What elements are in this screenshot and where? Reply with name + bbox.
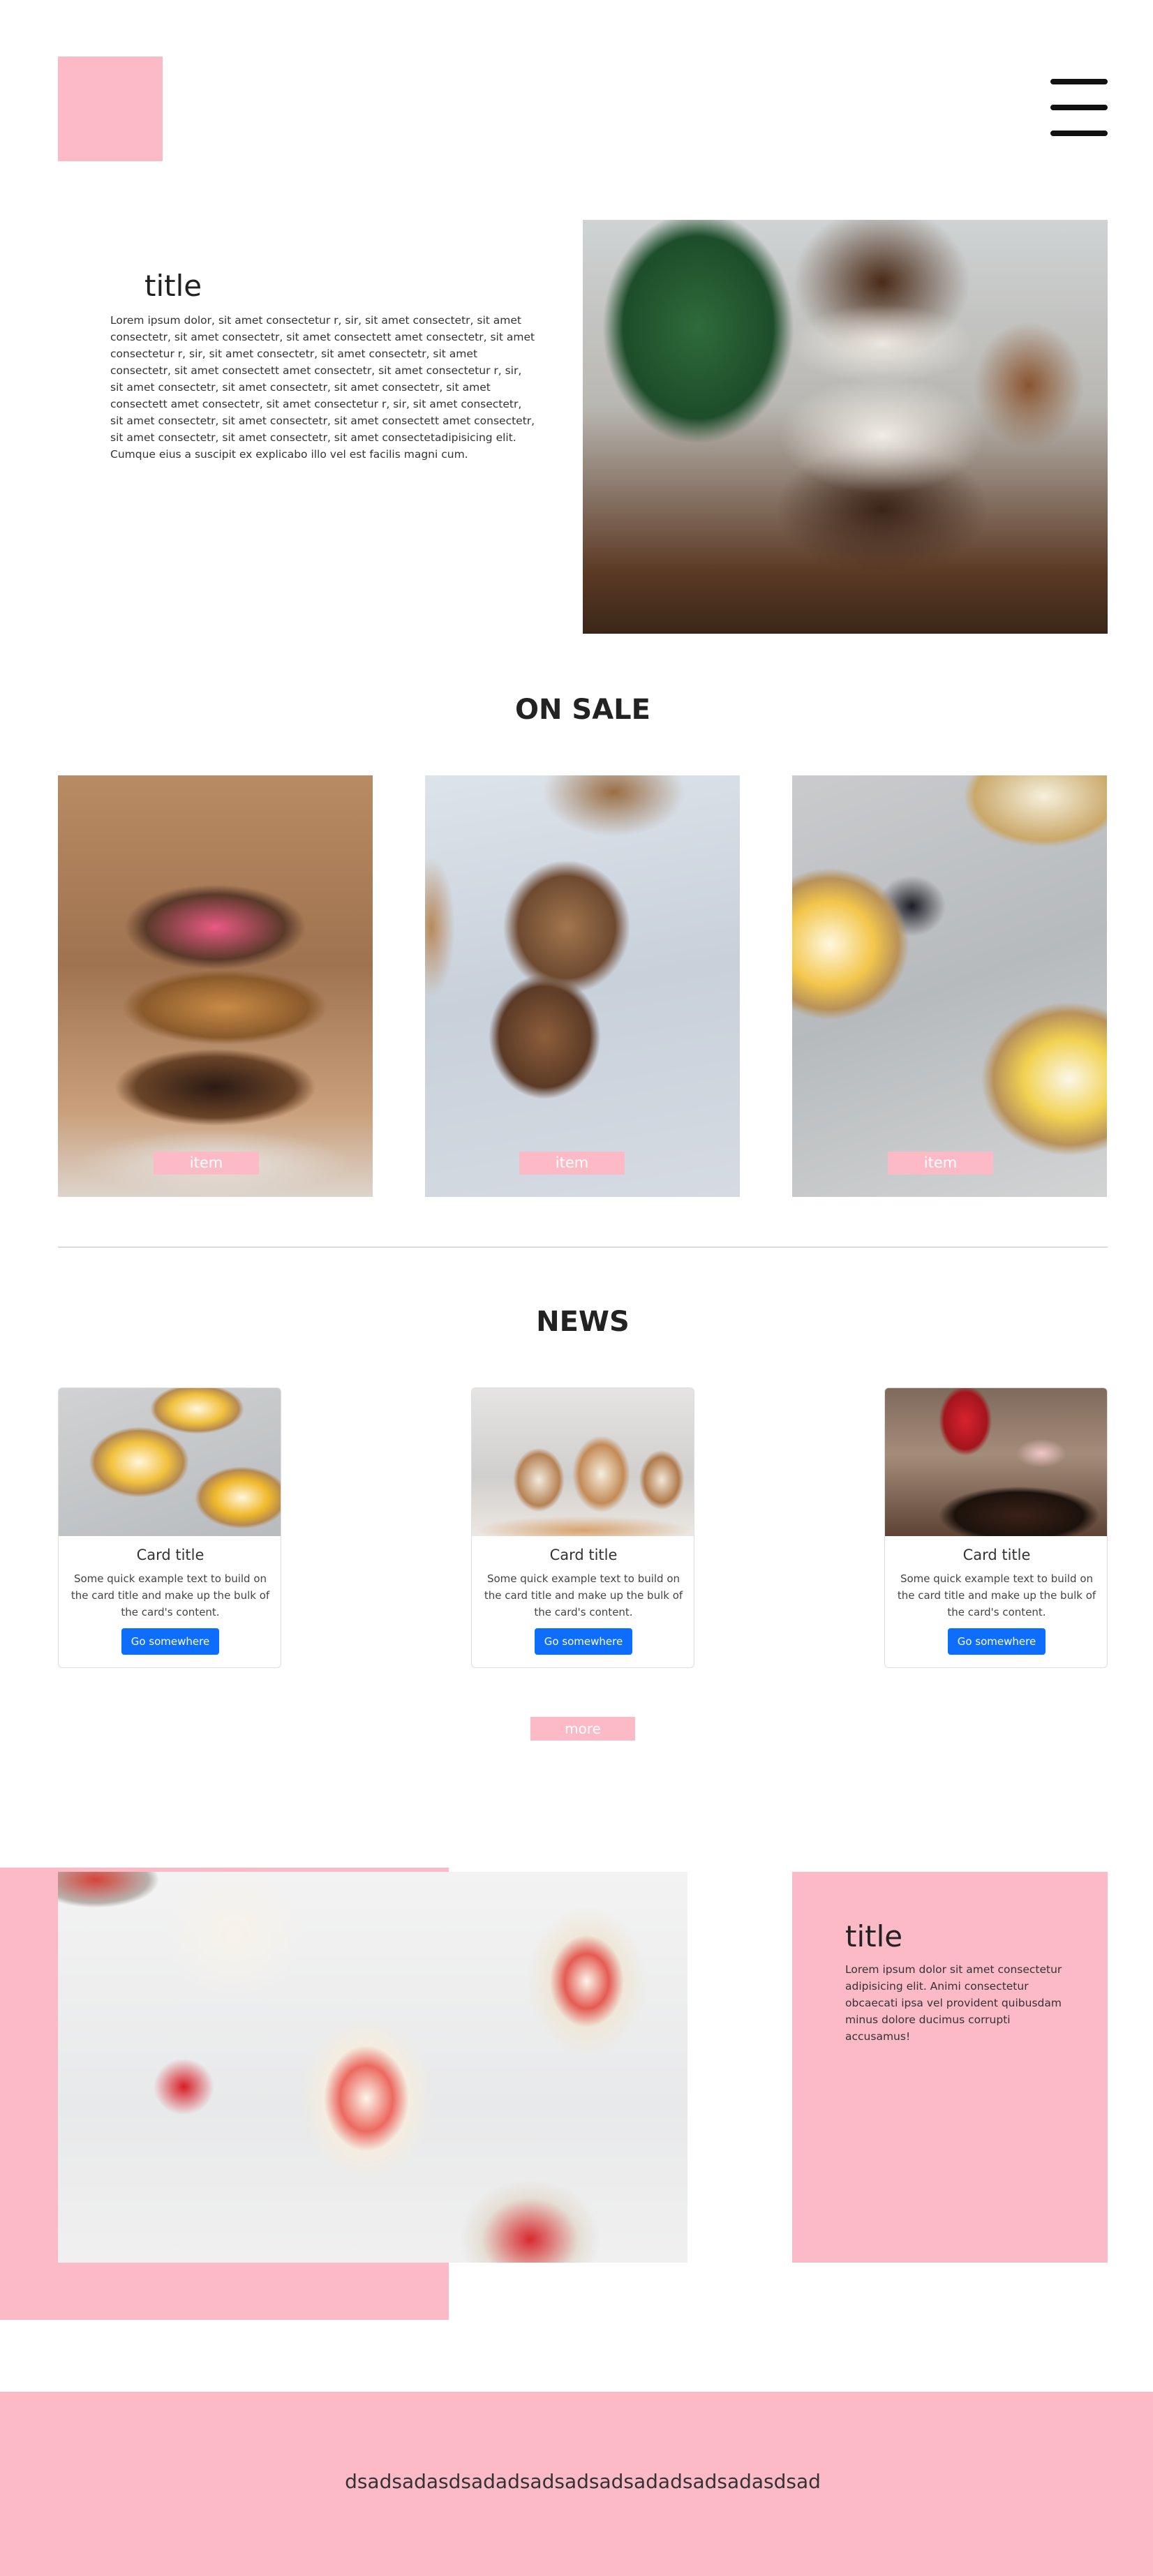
go-somewhere-button[interactable]: Go somewhere xyxy=(535,1628,632,1655)
card-text: Some quick example text to build on the … xyxy=(897,1572,1096,1618)
news-card-image xyxy=(59,1388,281,1536)
sale-item-label[interactable]: item xyxy=(154,1152,259,1175)
feature-text: Lorem ipsum dolor sit amet consectetur a… xyxy=(845,1963,1062,2043)
news-card-image xyxy=(885,1388,1107,1536)
card-title: Card title xyxy=(136,1547,204,1563)
news-card: Card title Some quick example text to bu… xyxy=(884,1387,1108,1668)
card-text: Some quick example text to build on the … xyxy=(484,1572,683,1618)
section-divider xyxy=(58,1246,1108,1248)
footer: dsadsadasdsadadsadsadsadsadadsadsadasdsa… xyxy=(0,2392,1153,2576)
card-text: Some quick example text to build on the … xyxy=(70,1572,270,1618)
go-somewhere-button[interactable]: Go somewhere xyxy=(121,1628,219,1655)
news-card-image xyxy=(472,1388,694,1536)
feature-panel: title Lorem ipsum dolor sit amet consect… xyxy=(792,1872,1108,2263)
footer-text: dsadsadasdsadadsadsadsadsadadsadsadasdsa… xyxy=(345,2470,821,2493)
intro-title: title xyxy=(144,269,202,303)
logo[interactable] xyxy=(58,57,163,161)
on-sale-heading: ON SALE xyxy=(515,694,650,726)
card-title: Card title xyxy=(549,1547,618,1563)
news-heading: NEWS xyxy=(536,1306,630,1338)
news-card: Card title Some quick example text to bu… xyxy=(58,1387,281,1668)
sale-item-label[interactable]: item xyxy=(519,1152,625,1175)
chocolate-parfait-image xyxy=(583,220,1108,634)
sale-item-label[interactable]: item xyxy=(888,1152,993,1175)
hamburger-menu-icon[interactable] xyxy=(1050,79,1108,136)
sale-item-cookies[interactable]: item xyxy=(425,775,740,1197)
feature-title: title xyxy=(845,1919,903,1953)
intro-text: Lorem ipsum dolor, sit amet consectetur … xyxy=(110,314,535,461)
sale-item-tarts[interactable]: item xyxy=(792,775,1107,1197)
more-button[interactable]: more xyxy=(530,1717,635,1741)
card-title: Card title xyxy=(962,1547,1031,1563)
news-card: Card title Some quick example text to bu… xyxy=(471,1387,694,1668)
sale-item-donuts[interactable]: item xyxy=(58,775,373,1197)
go-somewhere-button[interactable]: Go somewhere xyxy=(948,1628,1046,1655)
strawberry-panna-cotta-image xyxy=(58,1872,687,2263)
